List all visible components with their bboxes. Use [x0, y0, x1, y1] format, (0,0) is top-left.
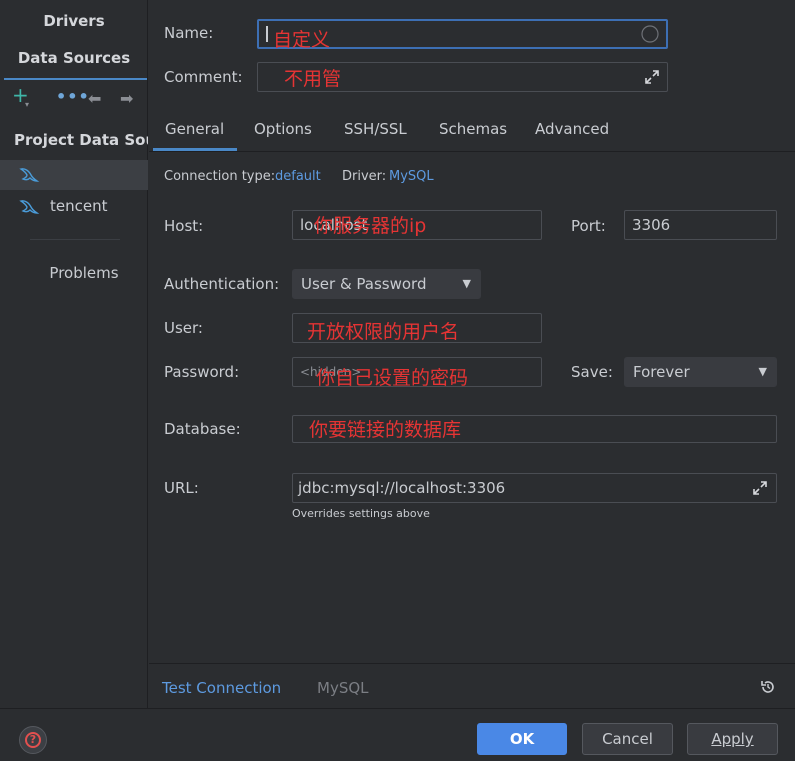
tab-active-underline [4, 78, 147, 80]
comment-label: Comment: [164, 68, 243, 86]
forward-arrow-icon[interactable]: ➡ [120, 90, 133, 108]
user-annotation: 开放权限的用户名 [307, 321, 460, 343]
circle-icon [641, 25, 659, 43]
tab-drivers[interactable]: Drivers [0, 12, 148, 30]
name-label: Name: [164, 24, 214, 42]
reset-icon[interactable] [759, 678, 777, 696]
database-annotation: 你要链接的数据库 [309, 419, 462, 441]
url-label: URL: [164, 479, 199, 497]
tab-general[interactable]: General [165, 120, 224, 138]
data-source-label: tencent [50, 197, 108, 215]
more-icon[interactable]: ••• [56, 88, 90, 106]
settings-tabs: General Options SSH/SSL Schemas Advanced [149, 114, 795, 152]
tab-options[interactable]: Options [254, 120, 312, 138]
name-annotation: 自定义 [273, 29, 331, 51]
help-icon: ? [25, 732, 41, 748]
url-field[interactable]: jdbc:mysql://localhost:3306 [292, 473, 777, 503]
host-label: Host: [164, 217, 204, 235]
problems-item[interactable]: Problems [0, 264, 168, 282]
expand-icon[interactable] [644, 69, 660, 85]
comment-annotation: 不用管 [284, 68, 342, 90]
help-button[interactable]: ? [19, 726, 47, 754]
test-connection-link[interactable]: Test Connection [162, 679, 281, 697]
sidebar-toolbar: + ▾ ••• ⬅ ➡ [0, 85, 148, 114]
save-dropdown[interactable]: Forever ▼ [624, 357, 777, 387]
section-title-project-data-sources: Project Data Sour [14, 131, 148, 149]
apply-button[interactable]: Apply [687, 723, 778, 755]
tab-general-underline [153, 148, 237, 151]
dialog-footer: ? OK Cancel Apply [0, 708, 795, 761]
add-dropdown-icon[interactable]: ▾ [25, 100, 29, 109]
database-label: Database: [164, 420, 241, 438]
port-field[interactable]: 3306 [624, 210, 777, 240]
data-sources-dialog: Drivers Data Sources + ▾ ••• ⬅ ➡ Project… [0, 0, 795, 761]
tab-schemas[interactable]: Schemas [439, 120, 507, 138]
authentication-label: Authentication: [164, 275, 280, 293]
connection-type-link[interactable]: default [275, 169, 321, 184]
mysql-dolphin-icon [19, 200, 40, 214]
password-label: Password: [164, 363, 240, 381]
cancel-button[interactable]: Cancel [582, 723, 673, 755]
connection-type-label: Connection type: [164, 169, 276, 184]
driver-link[interactable]: MySQL [389, 169, 434, 184]
tab-advanced[interactable]: Advanced [535, 120, 609, 138]
host-annotation: 你服务器的ip [314, 215, 427, 237]
url-note: Overrides settings above [292, 507, 430, 520]
sidebar-divider [30, 239, 120, 240]
main-panel: Name: 自定义 Comment: 不用管 General Options S… [149, 0, 795, 708]
port-label: Port: [571, 217, 606, 235]
data-source-item-tencent[interactable]: tencent [0, 192, 148, 222]
chevron-down-icon: ▼ [462, 277, 471, 290]
sidebar: Drivers Data Sources + ▾ ••• ⬅ ➡ Project… [0, 0, 148, 708]
user-label: User: [164, 319, 203, 337]
save-value: Forever [633, 363, 690, 381]
authentication-value: User & Password [301, 275, 427, 293]
password-annotation: 你自己设置的密码 [316, 367, 469, 389]
driver-label: Driver: [342, 169, 387, 184]
ok-button[interactable]: OK [477, 723, 567, 755]
text-cursor [266, 25, 268, 42]
bottom-bar: Test Connection MySQL [149, 663, 795, 708]
tab-data-sources[interactable]: Data Sources [0, 49, 148, 67]
mysql-dolphin-icon [19, 168, 40, 182]
back-arrow-icon[interactable]: ⬅ [88, 90, 101, 108]
url-value: jdbc:mysql://localhost:3306 [298, 479, 506, 497]
chevron-down-icon: ▼ [758, 365, 767, 378]
driver-name-link[interactable]: MySQL [317, 679, 369, 697]
save-label: Save: [571, 363, 613, 381]
data-source-item-new[interactable] [0, 160, 148, 190]
tab-ssh-ssl[interactable]: SSH/SSL [344, 120, 407, 138]
expand-icon[interactable] [752, 480, 768, 496]
authentication-dropdown[interactable]: User & Password ▼ [292, 269, 481, 299]
